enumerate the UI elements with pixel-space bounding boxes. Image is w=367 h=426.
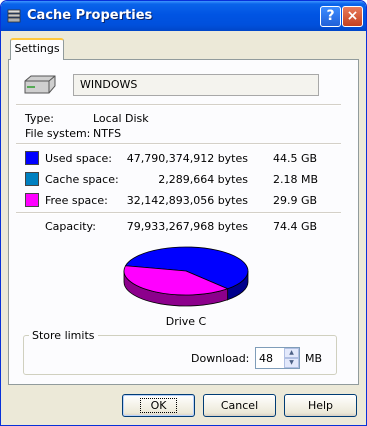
- title-bar[interactable]: Cache Properties ? ×: [1, 1, 366, 31]
- free-space-label: Free space:: [45, 194, 108, 207]
- cache-space-size: 2.18 MB: [273, 173, 319, 186]
- used-space-swatch: [25, 151, 39, 165]
- pie-drive-label: Drive C: [165, 315, 207, 328]
- free-space-swatch: [25, 193, 39, 207]
- download-label: Download:: [191, 352, 250, 365]
- separator: [16, 212, 341, 214]
- cache-properties-window: Cache Properties ? × Settings WINDOWS Ty…: [0, 0, 367, 426]
- spin-down-icon[interactable]: ▼: [284, 358, 299, 368]
- download-spinner[interactable]: ▲ ▼: [255, 347, 300, 369]
- type-label: Type:: [25, 112, 54, 125]
- used-space-size: 44.5 GB: [273, 152, 318, 165]
- drive-name-field[interactable]: WINDOWS: [73, 74, 319, 96]
- drive-app-icon: [7, 9, 21, 23]
- spin-up-icon[interactable]: ▲: [284, 348, 299, 358]
- cache-space-bytes: 2,289,664 bytes: [158, 173, 248, 186]
- disk-usage-pie-chart: [123, 246, 249, 307]
- cancel-button[interactable]: Cancel: [203, 394, 276, 417]
- question-icon: ?: [326, 8, 335, 24]
- file-system-label: File system:: [25, 127, 91, 140]
- used-space-bytes: 47,790,374,912 bytes: [126, 152, 248, 165]
- file-system-value: NTFS: [93, 127, 122, 140]
- free-space-size: 29.9 GB: [273, 194, 318, 207]
- ok-button[interactable]: OK: [122, 394, 195, 417]
- help-button[interactable]: Help: [284, 394, 357, 417]
- close-icon: ×: [346, 8, 359, 24]
- separator: [16, 143, 341, 145]
- help-title-button[interactable]: ?: [320, 6, 341, 27]
- used-space-label: Used space:: [45, 152, 113, 165]
- ok-button-label: OK: [139, 398, 178, 413]
- tab-settings[interactable]: Settings: [10, 38, 64, 60]
- store-limits-legend: Store limits: [32, 329, 95, 342]
- download-unit: MB: [305, 352, 323, 365]
- download-input[interactable]: [256, 348, 287, 368]
- cache-space-label: Cache space:: [45, 173, 119, 186]
- capacity-bytes: 79,933,267,968 bytes: [126, 220, 248, 233]
- hard-drive-icon: [24, 75, 56, 94]
- capacity-label: Capacity:: [45, 220, 96, 233]
- capacity-size: 74.4 GB: [273, 220, 318, 233]
- free-space-bytes: 32,142,893,056 bytes: [126, 194, 248, 207]
- window-title: Cache Properties: [27, 8, 153, 23]
- separator: [16, 104, 341, 106]
- close-title-button[interactable]: ×: [342, 6, 363, 27]
- type-value: Local Disk: [93, 112, 149, 125]
- cache-space-swatch: [25, 172, 39, 186]
